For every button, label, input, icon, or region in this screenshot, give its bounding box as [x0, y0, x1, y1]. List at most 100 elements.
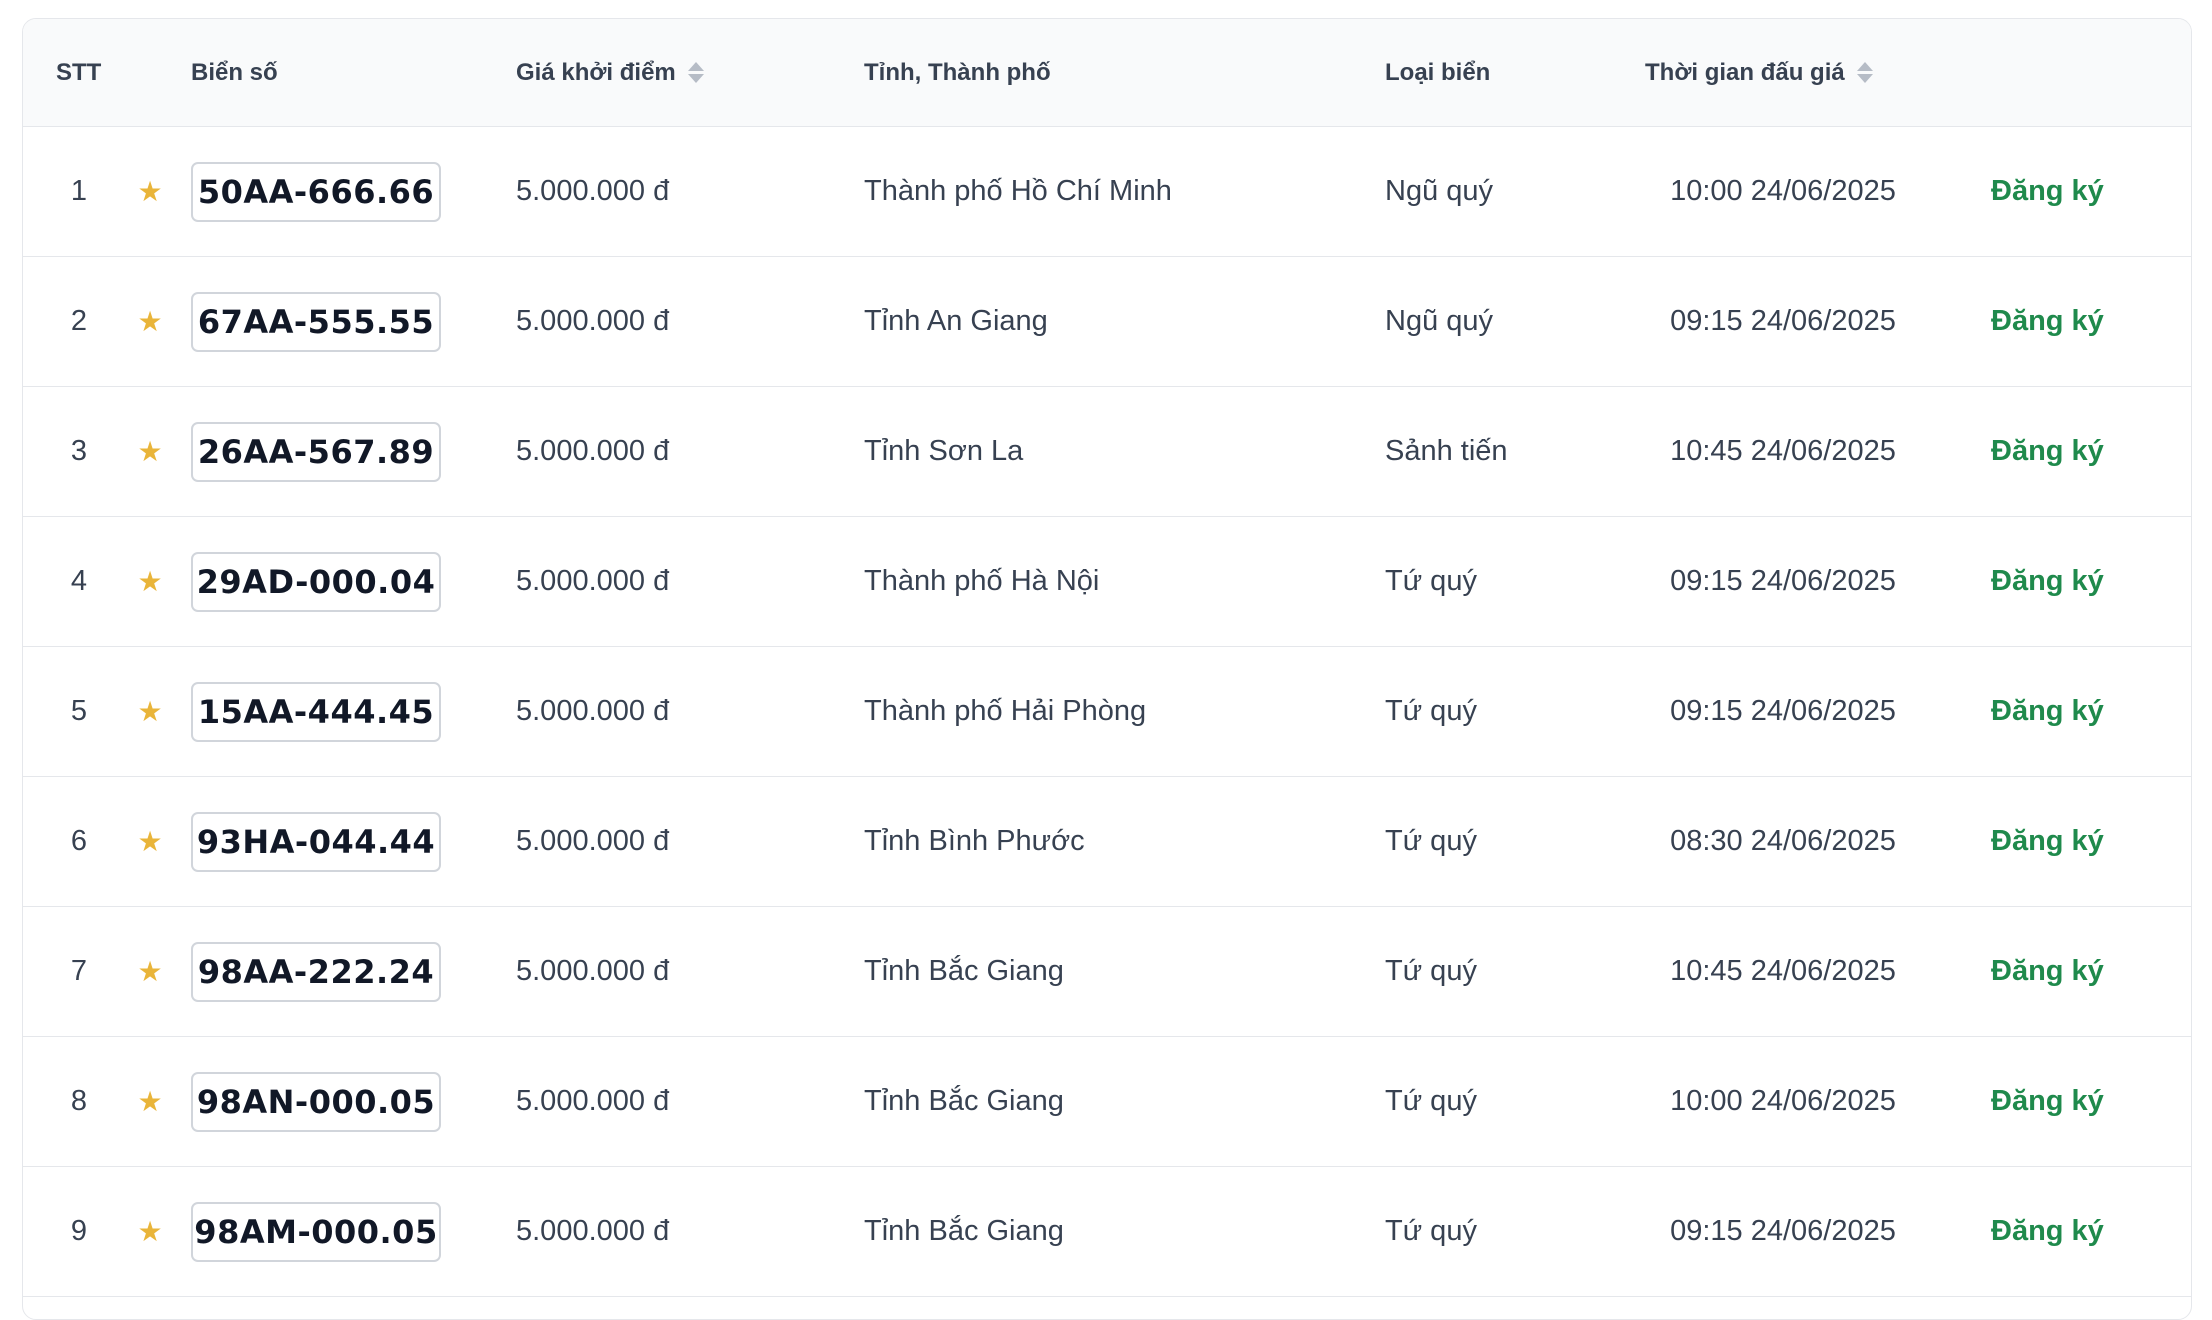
table-row: 8 ★ 98AN-000.05 5.000.000 đ Tỉnh Bắc Gia… [23, 1037, 2191, 1167]
license-plate: 98AM-000.05 [191, 1201, 441, 1262]
register-button[interactable]: Đăng ký [1991, 1085, 2104, 1118]
header-time-sort[interactable]: Thời gian đấu giá [1645, 19, 1873, 126]
province: Thành phố Hải Phòng [864, 695, 1147, 727]
plate-number-cell: 67AA-555.55 [191, 257, 441, 386]
starting-price: 5.000.000 đ [516, 565, 670, 597]
table-row: 1 ★ 50AA-666.66 5.000.000 đ Thành phố Hồ… [23, 127, 2191, 257]
auction-time: 10:45 24/06/2025 [1670, 435, 1896, 467]
table-row: 7 ★ 98AA-222.24 5.000.000 đ Tỉnh Bắc Gia… [23, 907, 2191, 1037]
star-icon[interactable]: ★ [130, 1037, 170, 1166]
starting-price: 5.000.000 đ [516, 1215, 670, 1247]
table-row: 5 ★ 15AA-444.45 5.000.000 đ Thành phố Hả… [23, 647, 2191, 777]
sort-icon[interactable] [687, 62, 704, 83]
register-cell: Đăng ký [1991, 647, 2104, 776]
star-icon[interactable]: ★ [130, 127, 170, 256]
star-icon[interactable]: ★ [130, 907, 170, 1036]
plate-type: Tứ quý [1385, 955, 1477, 987]
plate-number-cell: 98AM-000.05 [191, 1167, 441, 1296]
row-index: 4 [70, 565, 88, 597]
header-price-sort[interactable]: Giá khởi điểm [516, 19, 704, 126]
register-cell: Đăng ký [1991, 387, 2104, 516]
starting-price: 5.000.000 đ [516, 955, 670, 987]
header-plate: Biển số [191, 58, 278, 86]
register-cell: Đăng ký [1991, 257, 2104, 386]
starting-price: 5.000.000 đ [516, 695, 670, 727]
plate-number-cell: 98AA-222.24 [191, 907, 441, 1036]
auction-time: 10:00 24/06/2025 [1670, 1085, 1896, 1117]
starting-price: 5.000.000 đ [516, 305, 670, 337]
auction-table: STT Biển số Giá khởi điểm Tỉnh, Thành ph… [22, 18, 2192, 1320]
license-plate: 15AA-444.45 [191, 681, 441, 742]
plate-number-cell: 15AA-444.45 [191, 647, 441, 776]
row-index: 5 [70, 695, 88, 727]
table-header: STT Biển số Giá khởi điểm Tỉnh, Thành ph… [23, 19, 2191, 127]
province: Thành phố Hồ Chí Minh [864, 175, 1172, 207]
register-cell: Đăng ký [1991, 1037, 2104, 1166]
plate-number-cell: 26AA-567.89 [191, 387, 441, 516]
table-row: 2 ★ 67AA-555.55 5.000.000 đ Tỉnh An Gian… [23, 257, 2191, 387]
plate-number-cell: 50AA-666.66 [191, 127, 441, 256]
row-index: 9 [70, 1215, 88, 1247]
register-cell: Đăng ký [1991, 127, 2104, 256]
table-row: 4 ★ 29AD-000.04 5.000.000 đ Thành phố Hà… [23, 517, 2191, 647]
auction-time: 10:00 24/06/2025 [1670, 175, 1896, 207]
sort-icon[interactable] [1856, 62, 1873, 83]
register-button[interactable]: Đăng ký [1991, 955, 2104, 988]
plate-number-cell: 93HA-044.44 [191, 777, 441, 906]
star-icon[interactable]: ★ [130, 1167, 170, 1296]
license-plate: 98AA-222.24 [191, 941, 441, 1002]
header-price-label: Giá khởi điểm [516, 58, 676, 86]
star-icon[interactable]: ★ [130, 257, 170, 386]
province: Tỉnh Bắc Giang [864, 1215, 1064, 1247]
register-button[interactable]: Đăng ký [1991, 305, 2104, 338]
license-plate: 29AD-000.04 [191, 551, 441, 612]
row-index: 2 [70, 305, 88, 337]
auction-time: 09:15 24/06/2025 [1670, 565, 1896, 597]
star-icon[interactable]: ★ [130, 777, 170, 906]
star-icon[interactable]: ★ [130, 387, 170, 516]
register-button[interactable]: Đăng ký [1991, 1215, 2104, 1248]
province: Tỉnh Bắc Giang [864, 955, 1064, 987]
plate-type: Tứ quý [1385, 825, 1477, 857]
header-type: Loại biển [1385, 58, 1491, 86]
register-cell: Đăng ký [1991, 907, 2104, 1036]
table-row: 9 ★ 98AM-000.05 5.000.000 đ Tỉnh Bắc Gia… [23, 1167, 2191, 1297]
star-icon[interactable]: ★ [130, 517, 170, 646]
auction-time: 09:15 24/06/2025 [1670, 305, 1896, 337]
province: Tỉnh Sơn La [864, 435, 1024, 467]
register-button[interactable]: Đăng ký [1991, 695, 2104, 728]
row-index: 7 [70, 955, 88, 987]
plate-number-cell: 98AN-000.05 [191, 1037, 441, 1166]
license-plate: 50AA-666.66 [191, 161, 441, 222]
header-time-label: Thời gian đấu giá [1645, 58, 1845, 86]
plate-number-cell: 29AD-000.04 [191, 517, 441, 646]
row-index: 1 [70, 175, 88, 207]
plate-type: Ngũ quý [1385, 305, 1494, 337]
license-plate: 93HA-044.44 [191, 811, 441, 872]
register-button[interactable]: Đăng ký [1991, 565, 2104, 598]
register-cell: Đăng ký [1991, 517, 2104, 646]
table-row: 3 ★ 26AA-567.89 5.000.000 đ Tỉnh Sơn La … [23, 387, 2191, 517]
starting-price: 5.000.000 đ [516, 175, 670, 207]
register-button[interactable]: Đăng ký [1991, 175, 2104, 208]
plate-type: Tứ quý [1385, 565, 1477, 597]
register-cell: Đăng ký [1991, 1167, 2104, 1296]
table-row: 6 ★ 93HA-044.44 5.000.000 đ Tỉnh Bình Ph… [23, 777, 2191, 907]
auction-time: 10:45 24/06/2025 [1670, 955, 1896, 987]
license-plate: 98AN-000.05 [191, 1071, 441, 1132]
row-index: 8 [70, 1085, 88, 1117]
star-icon[interactable]: ★ [130, 647, 170, 776]
license-plate: 67AA-555.55 [191, 291, 441, 352]
starting-price: 5.000.000 đ [516, 1085, 670, 1117]
register-button[interactable]: Đăng ký [1991, 825, 2104, 858]
row-index: 6 [70, 825, 88, 857]
register-cell: Đăng ký [1991, 777, 2104, 906]
register-button[interactable]: Đăng ký [1991, 435, 2104, 468]
starting-price: 5.000.000 đ [516, 435, 670, 467]
province: Tỉnh An Giang [864, 305, 1048, 337]
auction-time: 09:15 24/06/2025 [1670, 695, 1896, 727]
header-stt: STT [56, 58, 102, 86]
plate-type: Tứ quý [1385, 695, 1477, 727]
table-body: 1 ★ 50AA-666.66 5.000.000 đ Thành phố Hồ… [23, 127, 2191, 1297]
row-index: 3 [70, 435, 88, 467]
